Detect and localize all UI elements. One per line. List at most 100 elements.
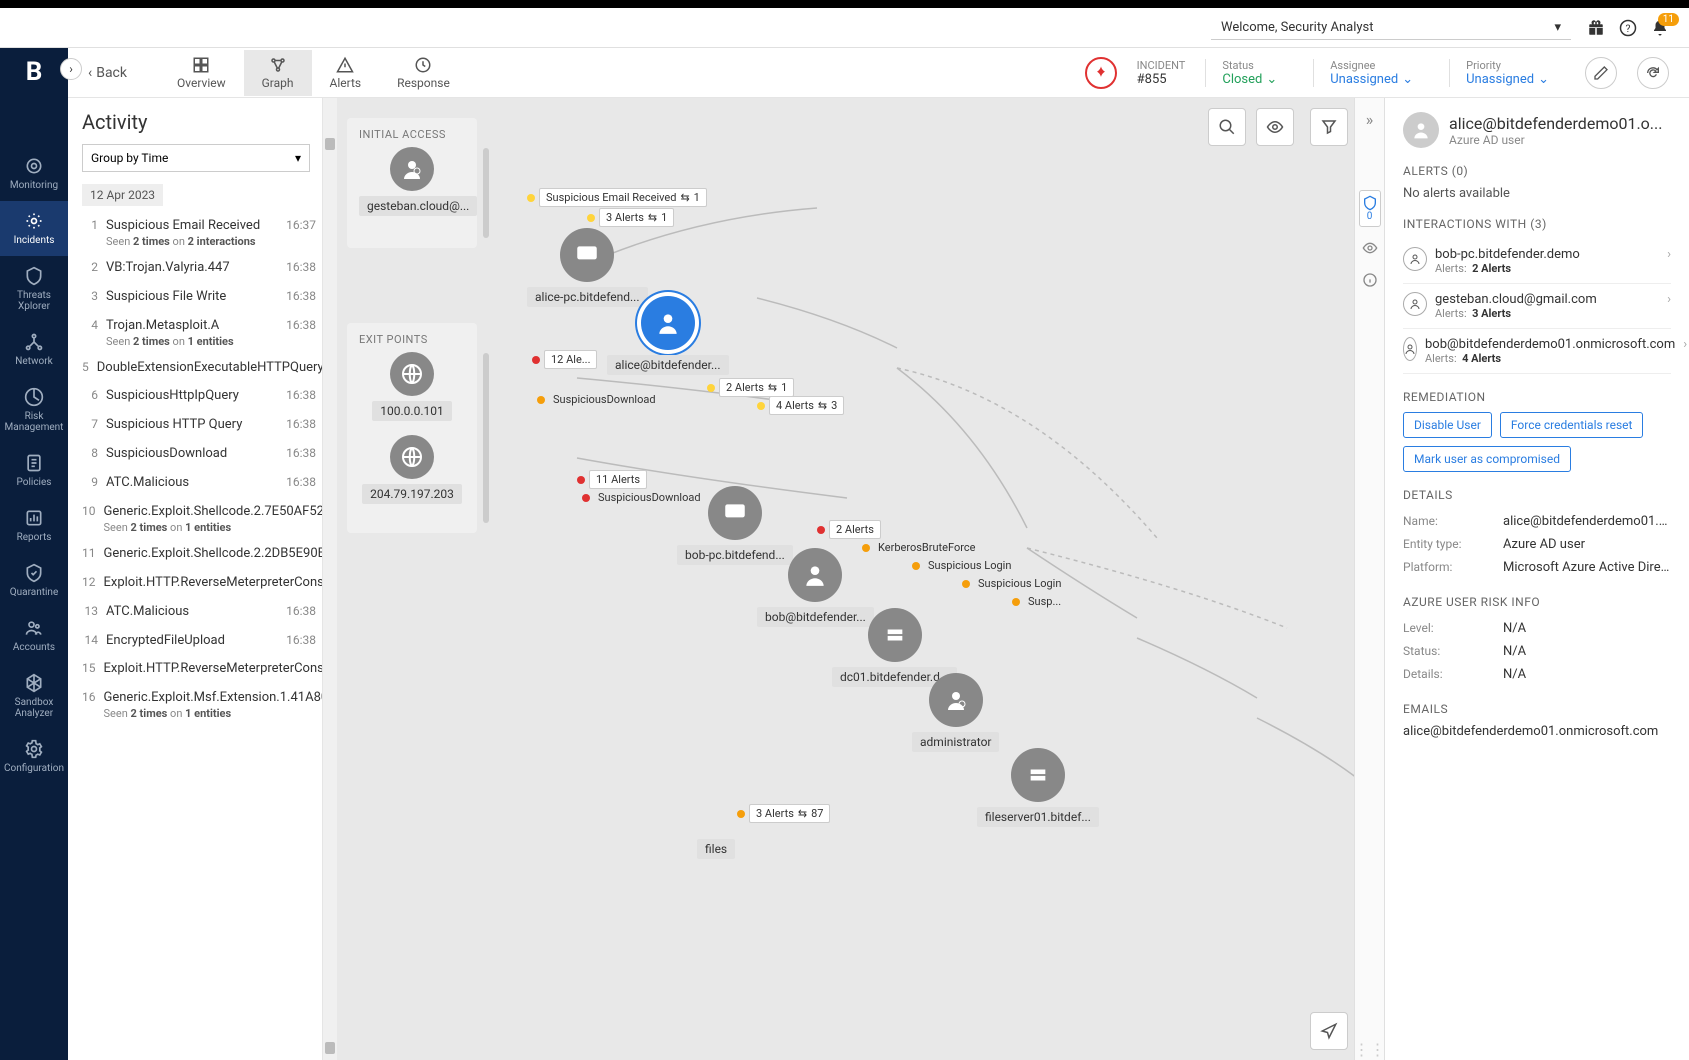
graph-chip[interactable]: 3 Alerts ⇆ 87 xyxy=(737,804,830,823)
activity-row[interactable]: 2VB:Trojan.Valyria.44716:38 xyxy=(82,254,322,283)
drag-handle-icon[interactable]: ⋮⋮ xyxy=(1359,1038,1381,1060)
sidebar-item-threats-xplorer[interactable]: Threats Xplorer xyxy=(0,256,68,322)
graph-chip[interactable]: Susp... xyxy=(1012,594,1065,609)
top-bar: Welcome, Security Analyst ▾ ? 11 xyxy=(0,8,1689,48)
filter-icon[interactable] xyxy=(1310,108,1348,146)
scrollbar[interactable] xyxy=(323,98,337,1060)
info-icon[interactable] xyxy=(1359,269,1381,291)
graph-chip[interactable]: 12 Ale... xyxy=(532,350,597,369)
activity-row[interactable]: 4Trojan.Metasploit.ASeen 2 times on 1 en… xyxy=(82,312,322,354)
node-files[interactable]: files xyxy=(697,838,735,859)
activity-sub: Seen 2 times on 2 interactions xyxy=(106,235,278,248)
activity-row[interactable]: 12Exploit.HTTP.ReverseMeterpreterConsole… xyxy=(82,569,322,598)
interaction-row[interactable]: gesteban.cloud@gmail.comAlerts: 3 Alerts… xyxy=(1403,284,1671,329)
assignee-dropdown[interactable]: Unassigned ⌄ xyxy=(1330,72,1413,87)
activity-row[interactable]: 3Suspicious File Write16:38 xyxy=(82,283,322,312)
graph-chip[interactable]: SuspiciousDownload xyxy=(537,392,660,407)
sidebar-item-reports[interactable]: Reports xyxy=(0,498,68,553)
sidebar-item-configuration[interactable]: Configuration xyxy=(0,729,68,784)
activity-row[interactable]: 1Suspicious Email ReceivedSeen 2 times o… xyxy=(82,212,322,254)
graph-chip[interactable]: 2 Alerts xyxy=(817,520,881,539)
graph-canvas[interactable]: INITIAL ACCESS gesteban.cloud@... EXIT P… xyxy=(337,98,1354,1060)
activity-row[interactable]: 16Generic.Exploit.Msf.Extension.1.41A809… xyxy=(82,684,322,726)
server-icon xyxy=(1011,748,1065,802)
graph-chip[interactable]: Suspicious Login xyxy=(912,558,1015,573)
activity-row[interactable]: 13ATC.Malicious16:38 xyxy=(82,598,322,627)
activity-row[interactable]: 10Generic.Exploit.Shellcode.2.7E50AF52Se… xyxy=(82,498,322,540)
activity-row[interactable]: 9ATC.Malicious16:38 xyxy=(82,469,322,498)
navigate-icon[interactable] xyxy=(1310,1012,1348,1050)
graph-chip[interactable]: 11 Alerts xyxy=(577,470,647,489)
activity-row[interactable]: 6SuspiciousHttpIpQuery16:38 xyxy=(82,382,322,411)
graph-chip[interactable]: KerberosBruteForce xyxy=(862,540,979,555)
side-rail: » 0 ⋮⋮ xyxy=(1354,98,1384,1060)
remediation-button[interactable]: Disable User xyxy=(1403,412,1492,438)
risk-heading: AZURE USER RISK INFO xyxy=(1403,595,1671,609)
edit-icon[interactable] xyxy=(1585,57,1617,89)
activity-row[interactable]: 14EncryptedFileUpload16:38 xyxy=(82,627,322,656)
globe-icon[interactable] xyxy=(390,352,434,396)
activity-row[interactable]: 7Suspicious HTTP Query16:38 xyxy=(82,411,322,440)
help-icon[interactable]: ? xyxy=(1619,19,1637,37)
activity-name: Trojan.Metasploit.A xyxy=(106,318,278,335)
node-fileserver[interactable]: fileserver01.bitdef... xyxy=(977,748,1099,827)
priority-dropdown[interactable]: Unassigned ⌄ xyxy=(1466,72,1549,87)
tab-alerts[interactable]: Alerts xyxy=(312,50,380,96)
collapse-icon[interactable]: » xyxy=(1359,108,1381,130)
bell-icon[interactable]: 11 xyxy=(1651,19,1669,37)
sidebar-item-quarantine[interactable]: Quarantine xyxy=(0,553,68,608)
entity-icon xyxy=(1403,337,1417,361)
activity-number: 15 xyxy=(82,661,96,678)
interaction-row[interactable]: bob@bitdefenderdemo01.onmicrosoft.comAle… xyxy=(1403,329,1671,374)
activity-time: 16:38 xyxy=(286,388,316,405)
eye-icon[interactable] xyxy=(1256,108,1294,146)
activity-row[interactable]: 11Generic.Exploit.Shellcode.2.2DB5E90E16… xyxy=(82,540,322,569)
search-icon[interactable] xyxy=(1208,108,1246,146)
remediation-button[interactable]: Force credentials reset xyxy=(1500,412,1644,438)
graph-chip[interactable]: Suspicious Email Received ⇆ 1 xyxy=(527,188,707,207)
graph-chip[interactable]: 3 Alerts ⇆ 1 xyxy=(587,208,674,227)
tab-overview[interactable]: Overview xyxy=(159,50,244,96)
sidebar-item-risk-management[interactable]: Risk Management xyxy=(0,377,68,443)
activity-list[interactable]: 1Suspicious Email ReceivedSeen 2 times o… xyxy=(82,212,322,1060)
sidebar-expand-icon[interactable]: › xyxy=(60,58,82,80)
sidebar-item-network[interactable]: Network xyxy=(0,322,68,377)
interaction-row[interactable]: bob-pc.bitdefender.demoAlerts: 2 Alerts› xyxy=(1403,239,1671,284)
status-dropdown[interactable]: Closed ⌄ xyxy=(1222,72,1277,87)
eye-icon[interactable] xyxy=(1359,237,1381,259)
user-icon[interactable] xyxy=(390,147,434,191)
tab-response[interactable]: Response xyxy=(379,50,468,96)
activity-row[interactable]: 15Exploit.HTTP.ReverseMeterpreterConsole… xyxy=(82,655,322,684)
details-subtitle: Azure AD user xyxy=(1449,133,1662,147)
gift-icon[interactable] xyxy=(1587,19,1605,37)
sidebar-item-monitoring[interactable]: Monitoring xyxy=(0,146,68,201)
graph-chip[interactable]: 2 Alerts ⇆ 1 xyxy=(707,378,794,397)
tab-graph[interactable]: Graph xyxy=(244,50,312,96)
computer-icon xyxy=(708,486,762,540)
node-administrator[interactable]: administrator xyxy=(912,673,999,752)
sidebar-item-sandbox-analyzer[interactable]: Sandbox Analyzer xyxy=(0,663,68,729)
sidebar-item-policies[interactable]: Policies xyxy=(0,443,68,498)
graph-chip[interactable]: Suspicious Login xyxy=(962,576,1065,591)
activity-row[interactable]: 5DoubleExtensionExecutableHTTPQuery16:38 xyxy=(82,354,322,383)
node-alice[interactable]: alice@bitdefender... xyxy=(607,296,729,375)
entity-icon xyxy=(1403,247,1427,271)
remediation-button[interactable]: Mark user as compromised xyxy=(1403,446,1571,472)
chevron-down-icon: ▾ xyxy=(295,151,301,165)
welcome-dropdown[interactable]: Welcome, Security Analyst ▾ xyxy=(1211,16,1571,40)
activity-name: Suspicious Email Received xyxy=(106,218,278,235)
globe-icon[interactable] xyxy=(390,435,434,479)
remediation-heading: REMEDIATION xyxy=(1403,390,1671,404)
risk-key: Level: xyxy=(1403,621,1503,636)
graph-chip[interactable]: 4 Alerts ⇆ 3 xyxy=(757,396,844,415)
activity-panel: Activity Group by Time ▾ 12 Apr 2023 1Su… xyxy=(68,98,323,1060)
sidebar-item-incidents[interactable]: Incidents xyxy=(0,201,68,256)
refresh-icon[interactable] xyxy=(1637,57,1669,89)
logo[interactable]: B xyxy=(0,48,68,96)
group-by-select[interactable]: Group by Time ▾ xyxy=(82,144,310,172)
shield-icon[interactable]: 0 xyxy=(1359,190,1381,227)
sidebar-item-accounts[interactable]: Accounts xyxy=(0,608,68,663)
back-button[interactable]: ‹ Back xyxy=(88,65,127,81)
activity-row[interactable]: 8SuspiciousDownload16:38 xyxy=(82,440,322,469)
details-title: alice@bitdefenderdemo01.o... xyxy=(1449,114,1662,133)
